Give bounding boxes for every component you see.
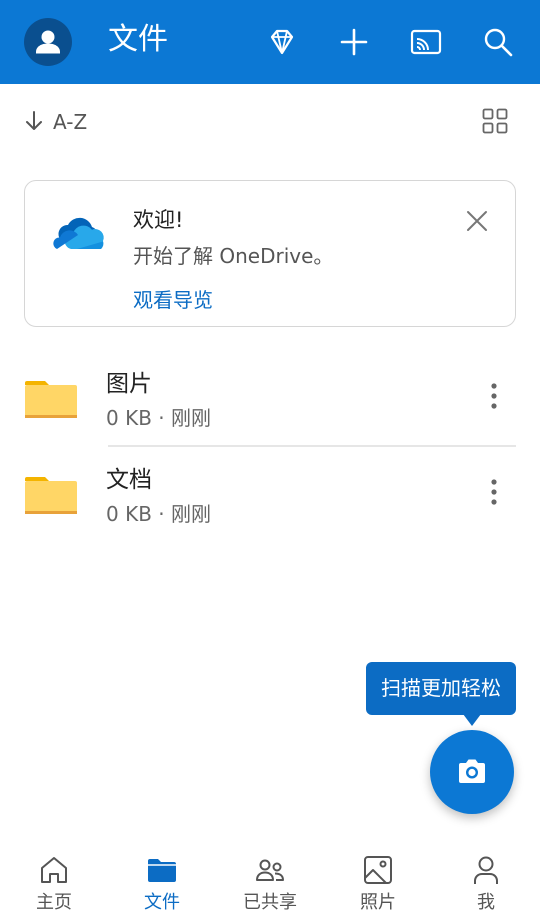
file-row[interactable]: 文档 0 KB · 刚刚 [0,448,540,544]
file-meta: 0 KB · 刚刚 [106,406,211,430]
search-button[interactable] [480,24,516,60]
more-options-icon[interactable] [482,380,506,412]
welcome-card: 欢迎! 开始了解 OneDrive。 观看导览 [24,180,516,327]
folder-icon [25,381,77,418]
tooltip-pointer [463,714,481,726]
scan-camera-button[interactable] [430,730,514,814]
sort-bar: A-Z [0,84,540,160]
nav-label: 文件 [144,892,180,913]
onedrive-cloud-icon [53,217,104,249]
nav-label: 已共享 [243,892,297,913]
file-name: 文档 [106,467,152,493]
add-button[interactable] [336,24,372,60]
close-icon[interactable] [465,209,489,233]
cast-button[interactable] [408,24,444,60]
welcome-subtitle: 开始了解 OneDrive。 [133,244,334,268]
top-app-bar: 文件 [0,0,540,84]
photo-icon [364,856,392,884]
nav-files[interactable]: 文件 [108,842,216,924]
person-icon [474,856,498,884]
nav-photos[interactable]: 照片 [324,842,432,924]
folder-icon [148,859,176,882]
grid-view-icon[interactable] [482,108,508,134]
file-name: 图片 [106,371,152,397]
file-row[interactable]: 图片 0 KB · 刚刚 [0,352,540,448]
cast-icon [410,29,442,55]
plus-icon [340,28,368,56]
person-icon [36,30,60,54]
bottom-navigation: 主页 文件 已共享 照片 我 [0,842,540,924]
scan-tooltip: 扫描更加轻松 [366,662,516,715]
arrow-down-icon[interactable] [24,110,44,132]
nav-label: 照片 [360,892,396,913]
file-meta: 0 KB · 刚刚 [106,502,211,526]
nav-label: 主页 [36,892,72,913]
home-icon [41,857,67,883]
page-title: 文件 [108,22,168,57]
premium-button[interactable] [264,24,300,60]
nav-me[interactable]: 我 [432,842,540,924]
watch-tour-link[interactable]: 观看导览 [133,287,213,313]
nav-label: 我 [477,892,495,913]
shared-icon [256,859,284,881]
welcome-title: 欢迎! [133,208,184,232]
search-icon [484,28,513,57]
account-avatar[interactable] [24,18,72,66]
diamond-icon [270,29,294,55]
folder-icon [25,477,77,514]
list-divider [108,445,516,447]
nav-home[interactable]: 主页 [0,842,108,924]
nav-shared[interactable]: 已共享 [216,842,324,924]
camera-icon [459,759,485,783]
more-options-icon[interactable] [482,476,506,508]
sort-order-label[interactable]: A-Z [53,110,87,134]
